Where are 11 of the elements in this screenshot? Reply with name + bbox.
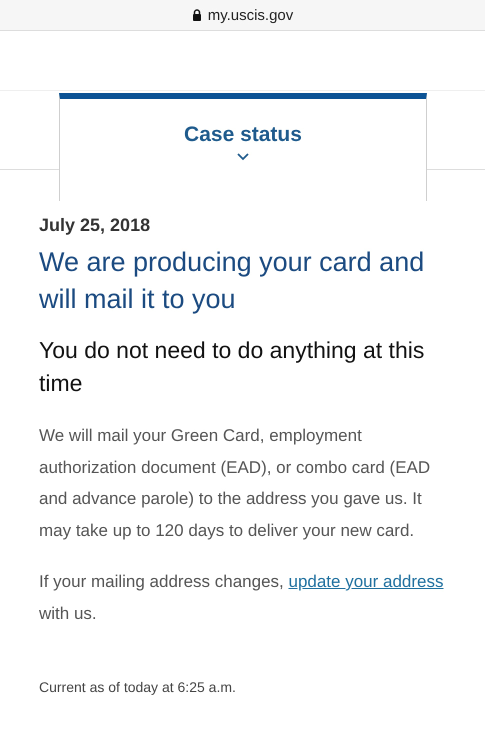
- status-paragraph: If your mailing address changes, update your address with us.: [39, 571, 444, 624]
- case-status-tab[interactable]: Case status: [59, 93, 427, 201]
- status-date: July 25, 2018: [39, 215, 152, 236]
- status-paragraph: We will mail your Green Card, employment authorization document (EAD), or combo card (EAD and advance parole) to the address you gave us. It may take up to 120 days to deliver your new card.: [39, 425, 432, 542]
- updated-time-text: Current as of today at 6:25 a.m.: [39, 679, 237, 695]
- lock-icon: [192, 9, 202, 21]
- status-headline: We are producing your card and will mail it to you: [39, 246, 426, 316]
- status-subheading: You do not need to do anything at this time: [39, 336, 426, 398]
- update-address-link[interactable]: update your address: [288, 572, 444, 591]
- chevron-down-icon: [237, 153, 249, 161]
- url-text[interactable]: my.uscis.gov: [208, 6, 294, 24]
